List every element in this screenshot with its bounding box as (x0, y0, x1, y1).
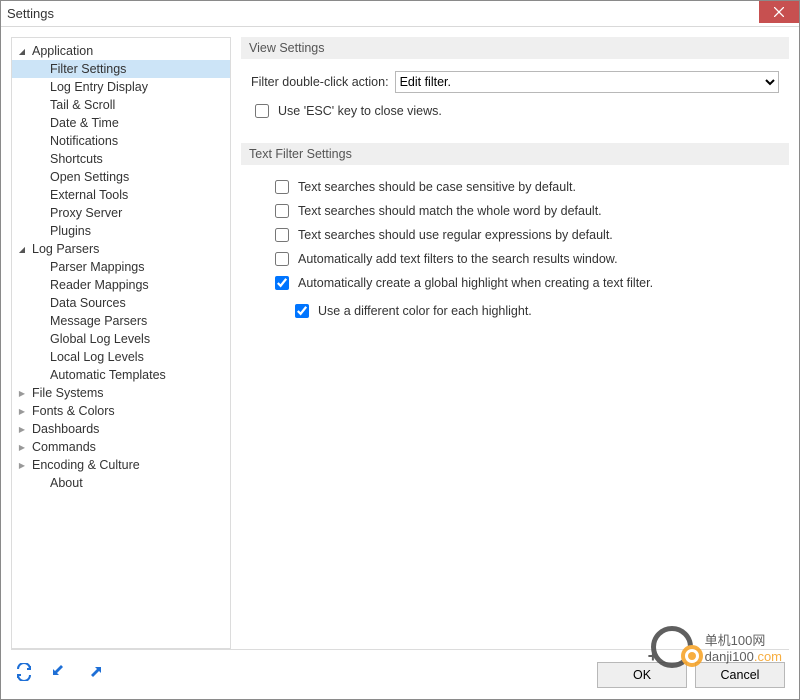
section-header-textfilter: Text Filter Settings (241, 143, 789, 165)
chevron-right-icon (16, 461, 28, 470)
tree-item-label: Dashboards (32, 422, 99, 436)
sub-checkbox-label: Use a different color for each highlight… (318, 304, 532, 318)
textfilter-label: Text searches should use regular express… (298, 228, 613, 242)
chevron-down-icon (16, 245, 28, 254)
chevron-right-icon (16, 407, 28, 416)
settings-window: Settings Application Filter Settings Log E… (0, 0, 800, 700)
tree-item-label: Log Entry Display (50, 80, 148, 94)
refresh-icon[interactable] (15, 663, 33, 686)
tree-item-label: Commands (32, 440, 96, 454)
section-header-view: View Settings (241, 37, 789, 59)
window-title: Settings (7, 6, 54, 21)
footer: OK Cancel (11, 649, 789, 699)
tree-item-label: Reader Mappings (50, 278, 149, 292)
chevron-down-icon (16, 47, 28, 56)
tree-item-label: Application (32, 44, 93, 58)
tree-item-label: Open Settings (50, 170, 129, 184)
close-button[interactable] (759, 1, 799, 23)
textfilter-label: Text searches should match the whole wor… (298, 204, 602, 218)
tree-item-data-sources[interactable]: Data Sources (12, 294, 230, 312)
tree-item-label: Filter Settings (50, 62, 126, 76)
textfilter-checkbox-2[interactable] (275, 228, 289, 242)
tree-item-label: Date & Time (50, 116, 119, 130)
ok-button[interactable]: OK (597, 662, 687, 688)
tree-item-label: Shortcuts (50, 152, 103, 166)
tree-item-reader-mappings[interactable]: Reader Mappings (12, 276, 230, 294)
collapse-icon[interactable] (51, 663, 69, 686)
tree-item-message-parsers[interactable]: Message Parsers (12, 312, 230, 330)
textfilter-checkbox-4[interactable] (275, 276, 289, 290)
tree-item-label: Automatic Templates (50, 368, 166, 382)
tree-item-dashboards[interactable]: Dashboards (12, 420, 230, 438)
tree-item-label: Plugins (50, 224, 91, 238)
close-icon (774, 7, 784, 17)
textfilter-label: Text searches should be case sensitive b… (298, 180, 576, 194)
textfilter-label: Automatically create a global highlight … (298, 276, 653, 290)
expand-icon[interactable] (87, 663, 105, 686)
tree-item-label: Parser Mappings (50, 260, 145, 274)
tree-item-shortcuts[interactable]: Shortcuts (12, 150, 230, 168)
dblclick-select[interactable]: Edit filter. (395, 71, 779, 93)
sub-checkbox-highlight-color[interactable] (295, 304, 309, 318)
tree-item-application[interactable]: Application (12, 42, 230, 60)
tree-item-commands[interactable]: Commands (12, 438, 230, 456)
chevron-right-icon (16, 425, 28, 434)
textfilter-checkbox-3[interactable] (275, 252, 289, 266)
tree-item-encoding-culture[interactable]: Encoding & Culture (12, 456, 230, 474)
tree-item-local-log-levels[interactable]: Local Log Levels (12, 348, 230, 366)
tree-item-label: Fonts & Colors (32, 404, 115, 418)
chevron-right-icon (16, 443, 28, 452)
tree-item-label: Global Log Levels (50, 332, 150, 346)
tree-item-label: Local Log Levels (50, 350, 144, 364)
tree-item-label: Tail & Scroll (50, 98, 115, 112)
tree-item-open-settings[interactable]: Open Settings (12, 168, 230, 186)
textfilter-checkbox-1[interactable] (275, 204, 289, 218)
chevron-right-icon (16, 389, 28, 398)
tree-item-label: About (50, 476, 83, 490)
tree-item-file-systems[interactable]: File Systems (12, 384, 230, 402)
dblclick-label: Filter double-click action: (251, 75, 389, 89)
tree-item-label: Data Sources (50, 296, 126, 310)
tree-item-date-time[interactable]: Date & Time (12, 114, 230, 132)
tree-item-label: Log Parsers (32, 242, 99, 256)
titlebar: Settings (1, 1, 799, 27)
tree-item-label: Encoding & Culture (32, 458, 140, 472)
nav-tree: Application Filter Settings Log Entry Disp… (11, 37, 231, 649)
tree-item-log-parsers[interactable]: Log Parsers (12, 240, 230, 258)
tree-item-about[interactable]: About (12, 474, 230, 492)
tree-item-notifications[interactable]: Notifications (12, 132, 230, 150)
tree-item-global-log-levels[interactable]: Global Log Levels (12, 330, 230, 348)
esc-checkbox[interactable] (255, 104, 269, 118)
tree-item-log-entry-display[interactable]: Log Entry Display (12, 78, 230, 96)
esc-label: Use 'ESC' key to close views. (278, 104, 442, 118)
tree-item-label: Proxy Server (50, 206, 122, 220)
tree-item-parser-mappings[interactable]: Parser Mappings (12, 258, 230, 276)
textfilter-label: Automatically add text filters to the se… (298, 252, 618, 266)
tree-item-label: Message Parsers (50, 314, 147, 328)
tree-item-tail-scroll[interactable]: Tail & Scroll (12, 96, 230, 114)
tree-item-filter-settings[interactable]: Filter Settings (12, 60, 230, 78)
tree-item-label: External Tools (50, 188, 128, 202)
tree-item-external-tools[interactable]: External Tools (12, 186, 230, 204)
textfilter-checkbox-0[interactable] (275, 180, 289, 194)
tree-item-automatic-templates[interactable]: Automatic Templates (12, 366, 230, 384)
cancel-button[interactable]: Cancel (695, 662, 785, 688)
tree-item-label: Notifications (50, 134, 118, 148)
tree-item-plugins[interactable]: Plugins (12, 222, 230, 240)
tree-item-proxy-server[interactable]: Proxy Server (12, 204, 230, 222)
tree-item-label: File Systems (32, 386, 104, 400)
tree-item-fonts-colors[interactable]: Fonts & Colors (12, 402, 230, 420)
content-panel: View Settings Filter double-click action… (241, 37, 789, 649)
